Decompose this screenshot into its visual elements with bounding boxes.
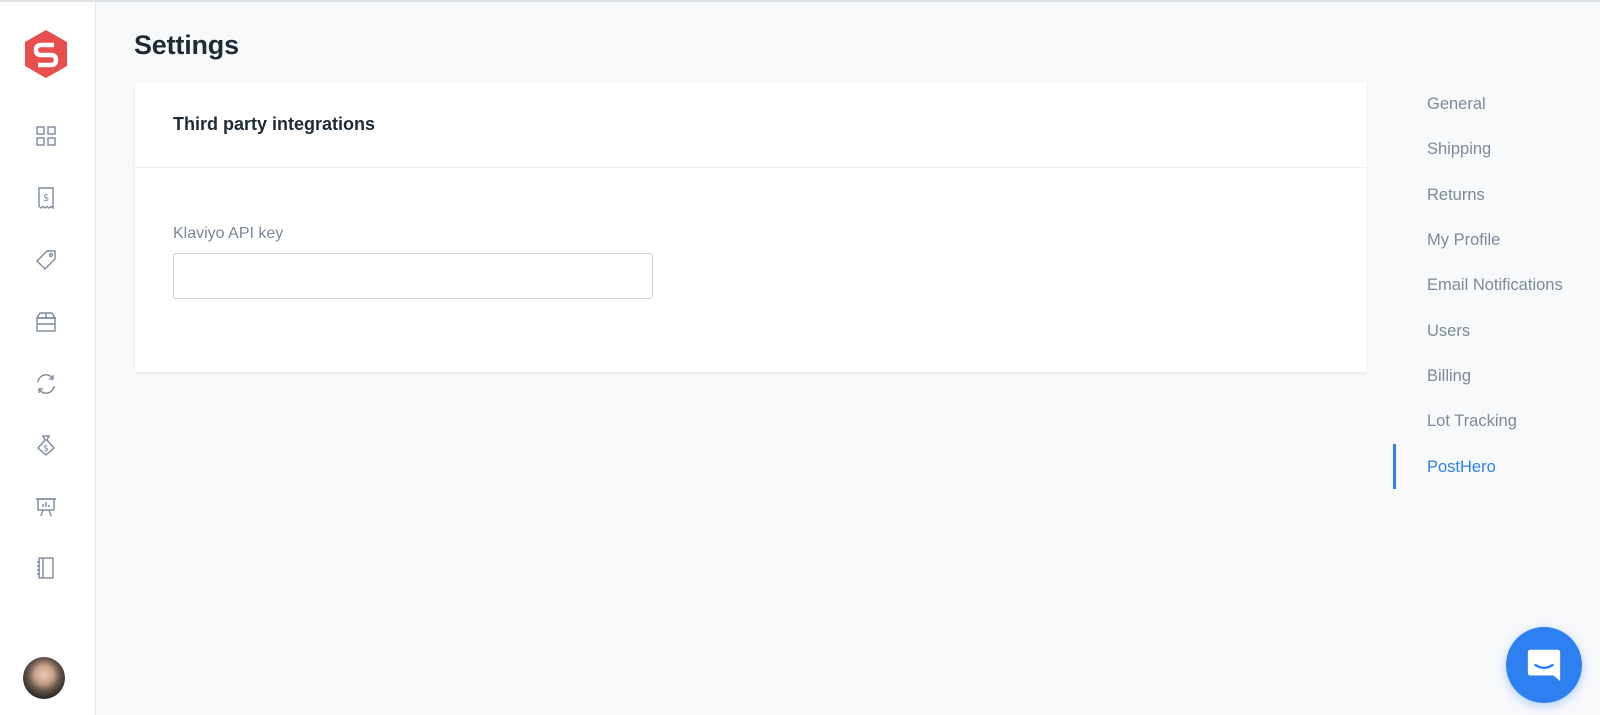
klaviyo-api-key-input[interactable] [173,253,653,299]
settings-menu-item-returns[interactable]: Returns [1393,173,1600,218]
box-icon[interactable] [33,309,59,335]
user-avatar[interactable] [23,657,65,699]
brand-logo-icon[interactable] [23,28,69,80]
chat-launcher-button[interactable] [1506,627,1582,703]
notebook-icon[interactable] [33,555,59,581]
settings-menu-item-my-profile[interactable]: My Profile [1393,218,1600,263]
settings-menu-item-lot-tracking[interactable]: Lot Tracking [1393,399,1600,444]
money-bag-icon[interactable]: $ [33,432,59,458]
presentation-icon[interactable] [33,494,59,520]
svg-text:$: $ [43,193,49,204]
receipt-dollar-icon[interactable]: $ [33,185,59,211]
klaviyo-api-key-label: Klaviyo API key [173,225,284,242]
top-border [0,0,1600,2]
integrations-card: Third party integrations Klaviyo API key [135,82,1367,372]
settings-menu: General Shipping Returns My Profile Emai… [1393,82,1600,490]
settings-menu-item-general[interactable]: General [1393,82,1600,127]
settings-menu-item-posthero[interactable]: PostHero [1393,444,1600,490]
dashboard-icon[interactable] [33,123,59,149]
settings-menu-item-billing[interactable]: Billing [1393,354,1600,399]
page-title: Settings [134,30,239,60]
refresh-icon[interactable] [33,371,59,397]
settings-menu-item-users[interactable]: Users [1393,308,1600,353]
tag-icon[interactable] [33,247,59,273]
chat-bubble-icon [1527,649,1561,682]
sidebar: $ $ [0,2,96,715]
svg-text:$: $ [43,444,49,454]
card-header: Third party integrations [135,82,1367,168]
card-title: Third party integrations [173,114,376,134]
settings-menu-item-email-notifications[interactable]: Email Notifications [1393,263,1600,308]
settings-menu-item-shipping[interactable]: Shipping [1393,127,1600,172]
